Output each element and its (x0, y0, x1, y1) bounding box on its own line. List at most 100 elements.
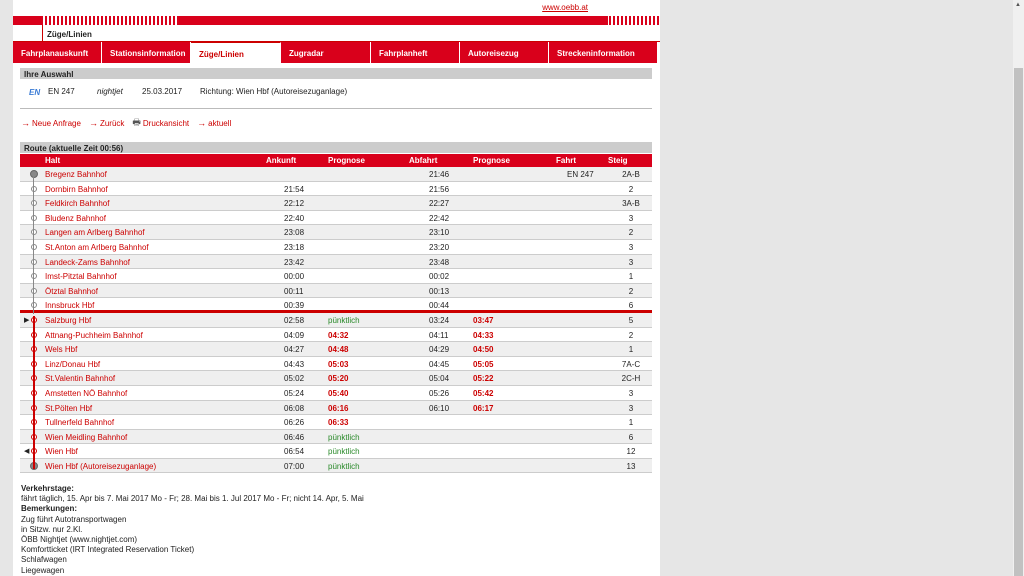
arrival-forecast: 05:03 (328, 359, 349, 369)
stop-name[interactable]: Salzburg Hbf (45, 316, 91, 325)
arrival-forecast: 05:40 (328, 388, 349, 398)
route-row: St.Anton am Arlberg Bahnhof 23:18 23:20 3 (20, 240, 652, 255)
platform: 2A-B (622, 170, 640, 179)
departure-time: 04:29 (429, 345, 450, 355)
route-row: St.Valentin Bahnhof 05:02 05:20 05:04 05:22 2… (20, 371, 652, 386)
stop-name[interactable]: Dornbirn Bahnhof (45, 185, 108, 194)
nav-fahrplanheft[interactable]: Fahrplanheft (371, 42, 460, 63)
stop-name[interactable]: St.Pölten Hbf (45, 404, 92, 413)
arrival-forecast: 04:32 (328, 330, 349, 340)
stop-name[interactable]: Feldkirch Bahnhof (45, 199, 109, 208)
arrival-time: 00:00 (284, 272, 305, 282)
stop-name[interactable]: Imst-Pitztal Bahnhof (45, 272, 117, 281)
route-row: Imst-Pitztal Bahnhof 00:00 00:02 1 (20, 269, 652, 284)
main-nav: Fahrplanauskunft Stationsinformation Züg… (13, 42, 658, 63)
route-row: Amstetten NÖ Bahnhof 05:24 05:40 05:26 05:42… (20, 386, 652, 401)
arrival-time: 06:26 (284, 418, 305, 428)
remark-item: Komfortticket (IRT Integrated Reservatio… (21, 545, 195, 555)
departure-time: 21:46 (429, 170, 450, 179)
days-label: Verkehrstage: (21, 484, 74, 493)
stop-name[interactable]: Innsbruck Hbf (45, 301, 94, 310)
platform: 6 (628, 301, 634, 311)
departure-time: 04:45 (429, 359, 450, 369)
stop-name[interactable]: Wien Hbf (45, 447, 78, 456)
stop-name[interactable]: Wels Hbf (45, 345, 77, 354)
col-ankunft: Ankunft (266, 156, 297, 165)
departure-forecast: 05:42 (473, 388, 494, 398)
departure-time: 00:02 (429, 272, 450, 282)
route-row: Bludenz Bahnhof 22:40 22:42 3 (20, 211, 652, 226)
col-prognose-dep: Prognose (473, 156, 510, 165)
stop-name[interactable]: Tullnerfeld Bahnhof (45, 418, 114, 427)
scroll-thumb[interactable] (1014, 68, 1023, 576)
action-links: → Neue Anfrage → Zurück 🖶 Druckansicht → akt… (21, 115, 231, 131)
nav-zugradar[interactable]: Zugradar (281, 42, 371, 63)
arrival-time: 04:27 (284, 345, 305, 355)
oebb-link[interactable]: www.oebb.at (542, 3, 588, 12)
stop-name[interactable]: St.Valentin Bahnhof (45, 374, 115, 383)
train-cell: EN 247 (567, 170, 594, 179)
route-row: Attnang-Puchheim Bahnhof 04:09 04:32 04:11 0… (20, 328, 652, 343)
nav-autoreisezug[interactable]: Autoreisezug (460, 42, 549, 63)
section-box (13, 25, 43, 42)
scroll-up-icon[interactable]: ▲ (1015, 2, 1021, 8)
stop-name[interactable]: Landeck-Zams Bahnhof (45, 258, 130, 267)
travel-date: 25.03.2017 (142, 87, 183, 96)
arrival-time: 23:08 (284, 228, 305, 238)
stop-name[interactable]: St.Anton am Arlberg Bahnhof (45, 243, 149, 252)
remarks-list: Zug führt Autotransportwagen in Sitzw. nu… (21, 515, 364, 576)
arrow-right-icon: → (88, 118, 98, 128)
departure-time: 00:13 (429, 286, 450, 296)
arrival-forecast: 06:33 (328, 418, 349, 428)
platform: 3 (628, 403, 634, 413)
notes: Verkehrstage: fährt täglich, 15. Apr bis… (21, 484, 364, 576)
stop-name[interactable]: Bludenz Bahnhof (45, 214, 106, 223)
route-row: St.Pölten Hbf 06:08 06:16 06:10 06:17 3 (20, 400, 652, 416)
arrival-time: 04:09 (284, 330, 305, 340)
stop-name[interactable]: Amstetten NÖ Bahnhof (45, 389, 127, 398)
print-link[interactable]: 🖶 Druckansicht (132, 115, 189, 131)
back-link[interactable]: → Zurück (89, 115, 124, 131)
nav-zuege-linien[interactable]: Züge/Linien (191, 42, 281, 63)
route-row: Linz/Donau Hbf 04:43 05:03 04:45 05:05 7A-C (20, 357, 652, 372)
platform: 6 (628, 432, 634, 442)
header-stripe-left (13, 16, 43, 25)
nav-fahrplanauskunft[interactable]: Fahrplanauskunft (13, 42, 102, 63)
section-label: Züge/Linien (47, 30, 92, 39)
stop-name[interactable]: Langen am Arlberg Bahnhof (45, 228, 145, 237)
stop-name[interactable]: Attnang-Puchheim Bahnhof (45, 331, 143, 340)
platform: 3A-B (622, 199, 640, 209)
col-halt: Halt (45, 156, 61, 165)
col-abfahrt: Abfahrt (409, 156, 438, 165)
arrival-time: 02:58 (284, 315, 305, 325)
product-name: nightjet (97, 87, 123, 96)
stop-name[interactable]: Linz/Donau Hbf (45, 360, 100, 369)
stop-name[interactable]: Bregenz Bahnhof (45, 170, 107, 179)
stop-node-icon (31, 273, 37, 280)
remark-item: Schlafwagen (21, 555, 67, 565)
platform: 1 (628, 418, 634, 428)
stop-node-icon (31, 287, 37, 294)
stop-node-icon (31, 214, 37, 221)
arrival-forecast: 05:20 (328, 374, 349, 384)
departure-forecast: 04:50 (473, 345, 494, 355)
route-table-header: Halt Ankunft Prognose Abfahrt Prognose F… (20, 154, 652, 167)
stop-node-icon (31, 229, 37, 236)
current-label: aktuell (208, 118, 232, 128)
arrival-time: 21:54 (284, 184, 305, 194)
back-label: Zurück (99, 118, 125, 128)
stop-name[interactable]: Ötztal Bahnhof (45, 287, 98, 296)
stop-name[interactable]: Wien Meidling Bahnhof (45, 433, 127, 442)
stop-name[interactable]: Wien Hbf (Autoreisezuganlage) (45, 462, 156, 471)
route-line-passed (33, 175, 34, 314)
route-row: ▶ Salzburg Hbf 02:58 pünktlich 03:24 03:47 5 (20, 312, 652, 328)
nav-stationsinformation[interactable]: Stationsinformation (102, 42, 191, 63)
route-row: ◀ Wien Hbf 06:54 pünktlich 12 (20, 444, 652, 459)
printer-icon: 🖶 (132, 117, 141, 127)
new-query-link[interactable]: → Neue Anfrage (21, 115, 81, 131)
remark-item: ÖBB Nightjet (www.nightjet.com) (21, 535, 138, 545)
nav-streckeninformation[interactable]: Streckeninformation (549, 42, 658, 63)
current-link[interactable]: → aktuell (197, 115, 231, 131)
train-number: EN 247 (48, 87, 75, 96)
stop-node-icon (30, 170, 38, 178)
